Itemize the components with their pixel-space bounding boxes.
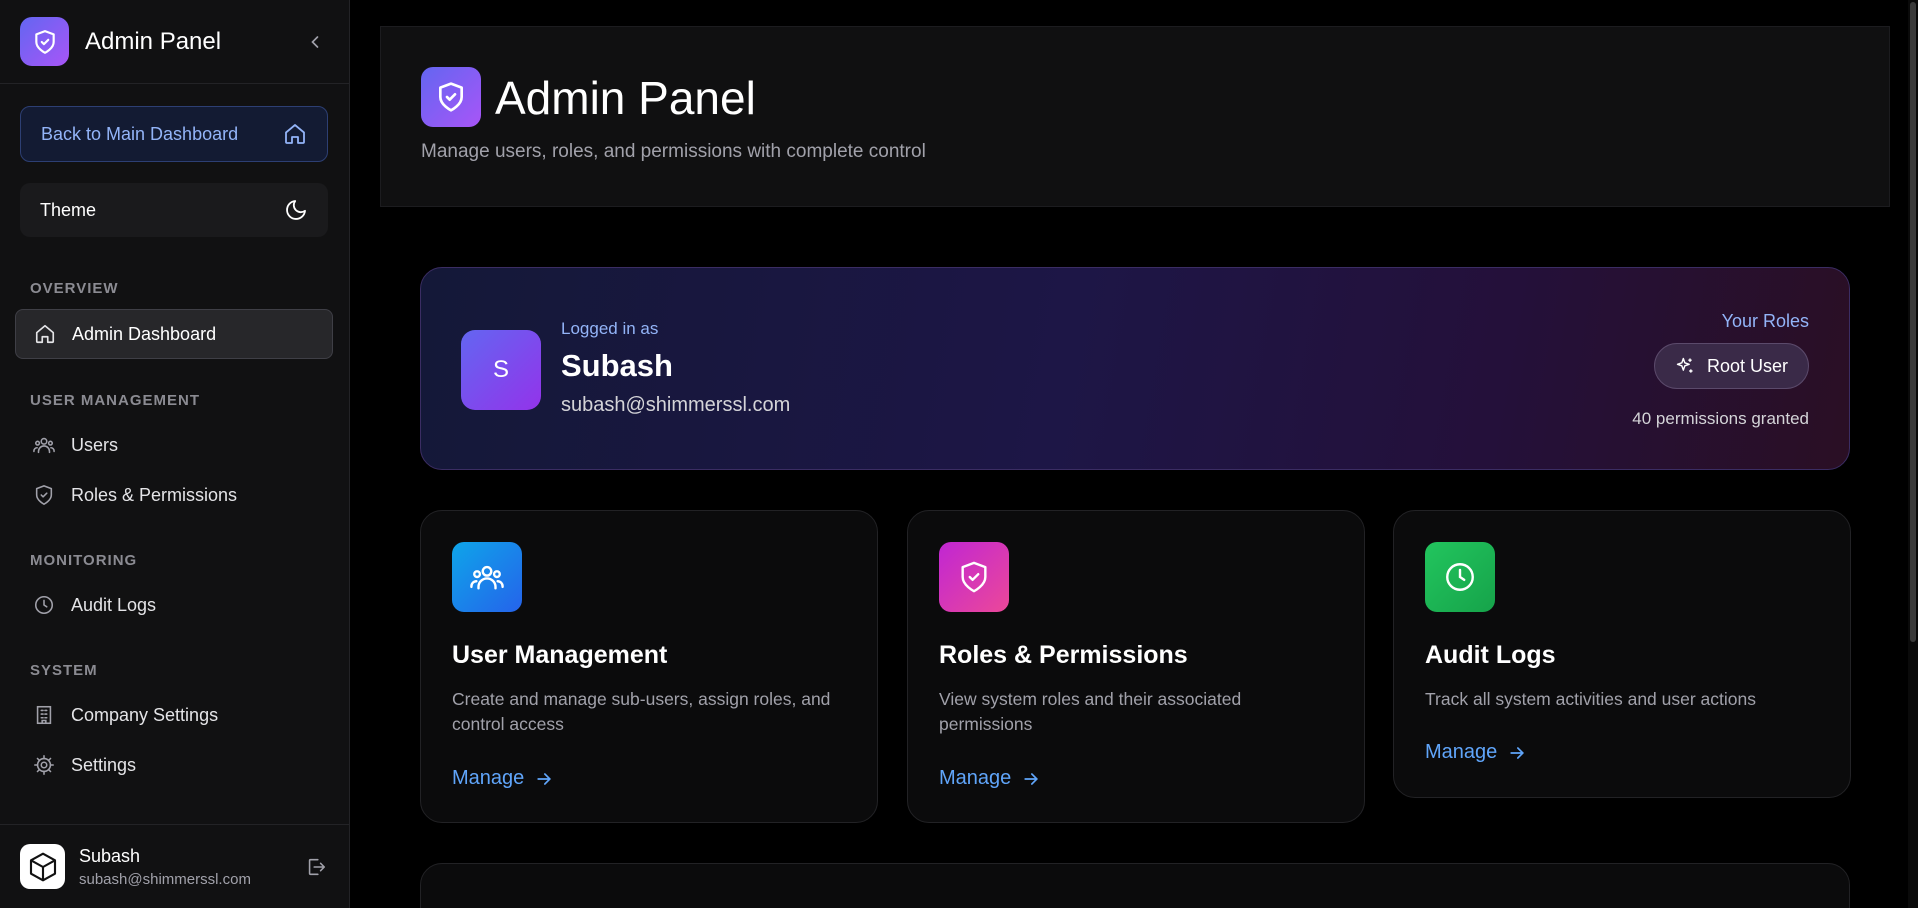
sidebar-item-settings[interactable]: Settings — [15, 740, 333, 790]
sidebar-item-roles-permissions[interactable]: Roles & Permissions — [15, 470, 333, 520]
section-label-monitoring: MONITORING — [30, 552, 138, 569]
shield-check-icon — [939, 542, 1009, 612]
clock-icon — [31, 592, 57, 618]
sidebar-item-label: Roles & Permissions — [71, 484, 238, 505]
back-to-dashboard-label: Back to Main Dashboard — [41, 123, 239, 144]
shield-logo-icon — [20, 17, 69, 66]
current-user-card: S Logged in as Subash subash@shimmerssl.… — [420, 267, 1850, 470]
home-icon — [32, 321, 58, 347]
sidebar-item-audit-logs[interactable]: Audit Logs — [15, 580, 333, 630]
page-subtitle: Manage users, roles, and permissions wit… — [421, 141, 926, 162]
section-label-system: SYSTEM — [30, 662, 98, 679]
logged-in-label: Logged in as — [561, 319, 659, 338]
sidebar-title: Admin Panel — [85, 27, 222, 55]
building-icon — [31, 702, 57, 728]
manage-link[interactable]: Manage — [1425, 741, 1527, 764]
feature-title: User Management — [452, 641, 668, 669]
chevron-left-icon — [311, 35, 319, 48]
feature-card-roles-permissions[interactable]: Roles & Permissions View system roles an… — [907, 510, 1365, 823]
logout-button[interactable] — [302, 853, 330, 881]
section-label-overview: OVERVIEW — [30, 280, 119, 297]
sidebar-item-label: Audit Logs — [71, 594, 157, 615]
role-badge: Root User — [1653, 343, 1809, 389]
next-section-card — [420, 863, 1850, 908]
sidebar-item-company-settings[interactable]: Company Settings — [15, 690, 333, 740]
manage-link-label: Manage — [939, 767, 1012, 789]
user-email: subash@shimmerssl.com — [561, 394, 791, 416]
arrow-right-icon — [1021, 769, 1041, 789]
footer-user-name: Subash — [79, 845, 141, 866]
page-title: Admin Panel — [495, 72, 756, 124]
user-name: Subash — [561, 348, 673, 383]
sidebar-item-users[interactable]: Users — [15, 420, 333, 470]
feature-description: Create and manage sub-users, assign role… — [452, 689, 831, 734]
sidebar: Admin Panel Back to Main Dashboard Theme… — [0, 0, 350, 908]
manage-link-label: Manage — [1425, 741, 1498, 763]
logout-icon — [308, 858, 326, 875]
permissions-count: 40 permissions granted — [1632, 409, 1809, 428]
page-header: Admin Panel Manage users, roles, and per… — [380, 26, 1890, 207]
feature-card-user-management[interactable]: User Management Create and manage sub-us… — [420, 510, 878, 823]
sparkles-icon — [1675, 356, 1695, 376]
shield-check-icon — [31, 482, 57, 508]
sidebar-user-footer: Subash subash@shimmerssl.com — [0, 824, 350, 908]
gear-icon — [31, 752, 57, 778]
theme-label: Theme — [40, 199, 97, 220]
manage-link[interactable]: Manage — [939, 767, 1041, 790]
sidebar-item-label: Settings — [71, 754, 137, 775]
scrollbar-thumb[interactable] — [1910, 2, 1916, 642]
home-icon — [285, 124, 305, 144]
arrow-right-icon — [1507, 743, 1527, 763]
feature-title: Audit Logs — [1425, 641, 1556, 669]
shield-logo-icon — [421, 67, 481, 127]
page-scrollbar[interactable] — [1908, 0, 1918, 908]
avatar: S — [461, 330, 541, 410]
roles-label: Your Roles — [1721, 311, 1809, 331]
sidebar-header: Admin Panel — [0, 0, 349, 84]
theme-toggle-button[interactable]: Theme — [20, 183, 328, 237]
sidebar-item-label: Admin Dashboard — [72, 323, 217, 344]
feature-description: View system roles and their associated p… — [939, 689, 1242, 734]
role-label: Root User — [1706, 355, 1788, 376]
collapse-sidebar-button[interactable] — [301, 28, 329, 56]
sidebar-item-label: Company Settings — [71, 704, 219, 725]
feature-title: Roles & Permissions — [939, 641, 1188, 669]
users-icon — [31, 432, 57, 458]
moon-icon — [286, 200, 306, 220]
avatar[interactable] — [20, 844, 65, 889]
feature-card-audit-logs[interactable]: Audit Logs Track all system activities a… — [1393, 510, 1851, 798]
footer-user-email: subash@shimmerssl.com — [79, 870, 251, 888]
back-to-dashboard-button[interactable]: Back to Main Dashboard — [20, 106, 328, 162]
users-icon — [452, 542, 522, 612]
sidebar-item-label: Users — [71, 434, 119, 455]
manage-link[interactable]: Manage — [452, 767, 554, 790]
section-label-user-management: USER MANAGEMENT — [30, 392, 201, 409]
feature-description: Track all system activities and user act… — [1425, 689, 1756, 709]
sidebar-item-admin-dashboard[interactable]: Admin Dashboard — [15, 309, 333, 359]
clock-icon — [1425, 542, 1495, 612]
arrow-right-icon — [534, 769, 554, 789]
cube-icon — [29, 852, 56, 881]
manage-link-label: Manage — [452, 767, 525, 789]
